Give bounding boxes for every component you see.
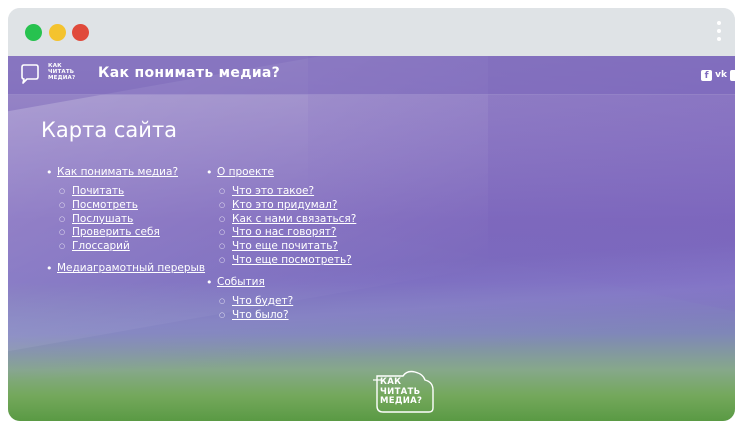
facebook-icon[interactable]: f (701, 69, 713, 81)
sitemap-sublink[interactable]: Посмотреть (72, 199, 138, 211)
browser-titlebar (8, 8, 735, 56)
sitemap-link[interactable]: Медиаграмотный перерыв (57, 262, 205, 274)
sitemap-sublink[interactable]: Послушать (72, 213, 133, 225)
sitemap-subitem[interactable]: Что о нас говорят? (205, 226, 356, 240)
sitemap-sublink[interactable]: Что будет? (232, 295, 293, 307)
kebab-menu-icon[interactable] (716, 21, 722, 45)
footer-logo-text: КАК ЧИТАТЬ МЕДИА? (380, 377, 423, 407)
sitemap-sublink[interactable]: Почитать (72, 185, 124, 197)
sitemap-subitem[interactable]: Что это такое? (205, 185, 356, 199)
sitemap-subitem[interactable]: Кто это придумал? (205, 199, 356, 213)
window-maximize-button[interactable] (72, 24, 89, 41)
window-minimize-button[interactable] (49, 24, 66, 41)
sitemap-sublink[interactable]: Что еще посмотреть? (232, 254, 352, 266)
sitemap-sublink[interactable]: Глоссарий (72, 240, 130, 252)
logo-line: МЕДИА? (380, 396, 423, 406)
sitemap-sublist: Что будет? Что было? (205, 295, 356, 323)
sitemap-sublink[interactable]: Что было? (232, 309, 289, 321)
sitemap-item-how-to-understand-media[interactable]: Как понимать медиа? (45, 166, 205, 179)
footer-logo[interactable]: КАК ЧИТАТЬ МЕДИА? (371, 368, 443, 416)
sitemap-subitem[interactable]: Послушать (45, 213, 205, 227)
sitemap-sublink[interactable]: Что это такое? (232, 185, 314, 197)
sitemap-link[interactable]: Как понимать медиа? (57, 166, 178, 178)
social-icon-partial[interactable] (730, 69, 735, 81)
browser-window: КАК ЧИТАТЬ МЕДИА? Как понимать медиа? f … (8, 8, 735, 421)
logo-line: МЕДИА? (48, 75, 76, 81)
header-logo-text[interactable]: КАК ЧИТАТЬ МЕДИА? (48, 63, 75, 81)
sitemap-column-2: О проекте Что это такое? Кто это придума… (205, 166, 356, 330)
sitemap-sublink[interactable]: Что о нас говорят? (232, 226, 336, 238)
sitemap-subitem[interactable]: Почитать (45, 185, 205, 199)
window-close-button[interactable] (25, 24, 42, 41)
site-title[interactable]: Как понимать медиа? (98, 65, 280, 81)
social-links: f vk (701, 68, 735, 82)
speech-bubble-logo-icon[interactable] (18, 62, 42, 86)
sitemap-item-events[interactable]: События (205, 276, 356, 289)
sitemap-link[interactable]: О проекте (217, 166, 274, 178)
sitemap-item-media-literacy-break[interactable]: Медиаграмотный перерыв (45, 262, 205, 275)
sitemap-subitem[interactable]: Что будет? (205, 295, 356, 309)
sitemap-subitem[interactable]: Что еще посмотреть? (205, 254, 356, 268)
sitemap-subitem[interactable]: Что было? (205, 309, 356, 323)
sitemap-sublist: Почитать Посмотреть Послушать Проверить … (45, 185, 205, 254)
sitemap-subitem[interactable]: Глоссарий (45, 240, 205, 254)
sitemap-sublink[interactable]: Проверить себя (72, 226, 160, 238)
sitemap-subitem[interactable]: Проверить себя (45, 226, 205, 240)
sitemap-column-1: Как понимать медиа? Почитать Посмотреть … (45, 166, 205, 275)
vk-icon[interactable]: vk (715, 70, 727, 81)
sitemap-subitem[interactable]: Что еще почитать? (205, 240, 356, 254)
site-header: КАК ЧИТАТЬ МЕДИА? Как понимать медиа? f … (8, 56, 735, 95)
sitemap-sublink[interactable]: Что еще почитать? (232, 240, 338, 252)
page-title: Карта сайта (41, 118, 178, 142)
sitemap-sublink[interactable]: Как с нами связаться? (232, 213, 356, 225)
sitemap-item-about-project[interactable]: О проекте (205, 166, 356, 179)
sitemap-link[interactable]: События (217, 276, 265, 288)
page-viewport: КАК ЧИТАТЬ МЕДИА? Как понимать медиа? f … (8, 56, 735, 421)
sitemap-sublink[interactable]: Кто это придумал? (232, 199, 337, 211)
sitemap-subitem[interactable]: Посмотреть (45, 199, 205, 213)
sitemap-sublist: Что это такое? Кто это придумал? Как с н… (205, 185, 356, 268)
sitemap-subitem[interactable]: Как с нами связаться? (205, 213, 356, 227)
